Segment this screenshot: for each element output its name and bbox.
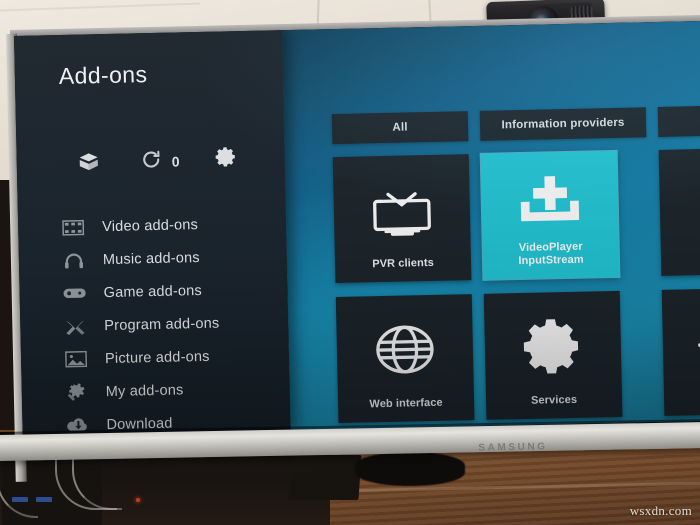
sidebar-item-label: Picture add-ons	[104, 348, 210, 367]
peripheral-icon	[659, 147, 700, 252]
power-led	[136, 498, 140, 502]
tile-label: Services	[530, 393, 578, 407]
sidebar-item-label: Game add-ons	[103, 282, 203, 301]
sidebar-item-music-add-ons[interactable]: Music add-ons	[59, 239, 290, 277]
film-strip-icon	[58, 216, 88, 239]
tile-videoplayer-inputstream[interactable]: VideoPlayer InputStream	[480, 150, 620, 280]
brand-logo: SAMSUNG	[478, 441, 548, 454]
gamepad-icon	[59, 282, 89, 305]
addon-toolbar: 0	[65, 147, 266, 183]
tile-label: Peripher	[661, 249, 700, 276]
sidebar-item-label: Music add-ons	[102, 249, 200, 268]
tile-peripherals[interactable]: Peripher	[658, 146, 700, 276]
tile-label-line2: InputStream	[518, 253, 584, 268]
package-box-icon[interactable]	[77, 150, 102, 175]
tile-label: Web interface	[369, 396, 443, 411]
monitor: Add-ons 0 Video add-ons Music add-ons Ga…	[0, 14, 700, 485]
gear-puzzle-icon	[62, 381, 92, 404]
tab-information-providers[interactable]: Information providers	[479, 107, 647, 141]
monitor-screen: Add-ons 0 Video add-ons Music add-ons Ga…	[14, 20, 700, 436]
refresh-icon[interactable]	[141, 149, 162, 170]
sidebar-item-label: Video add-ons	[102, 216, 199, 235]
tile-label: Audio en	[664, 389, 700, 416]
tile-label: VideoPlayer InputStream	[483, 240, 620, 280]
sidebar-item-my-add-ons[interactable]: My add-ons	[61, 371, 292, 409]
picture-frame-icon	[61, 348, 91, 371]
sidebar-item-game-add-ons[interactable]: Game add-ons	[59, 272, 290, 310]
usb-port	[36, 497, 52, 502]
tv-antenna-icon	[333, 154, 471, 259]
refresh-count: 0	[171, 153, 180, 170]
sidebar-item-program-add-ons[interactable]: Program add-ons	[60, 305, 291, 343]
category-tab-bar: All Information providers Look	[331, 104, 700, 146]
page-title: Add-ons	[58, 61, 148, 90]
sidebar-item-label: My add-ons	[105, 381, 184, 400]
tab-look-and-feel[interactable]: Look	[657, 104, 700, 137]
import-plus-icon	[481, 151, 619, 243]
tile-label: PVR clients	[372, 256, 434, 271]
kodi-addons-screen: Add-ons 0 Video add-ons Music add-ons Ga…	[14, 20, 700, 436]
tile-pvr-clients[interactable]: PVR clients	[332, 154, 472, 284]
photograph-of-monitor: Add-ons 0 Video add-ons Music add-ons Ga…	[0, 0, 700, 525]
tile-audio-encoders[interactable]: Audio en	[661, 286, 700, 416]
puzzle-arrows-icon	[60, 315, 90, 338]
sidebar-item-video-add-ons[interactable]: Video add-ons	[58, 206, 289, 244]
sidebar-item-picture-add-ons[interactable]: Picture add-ons	[61, 338, 292, 376]
watermark: wsxdn.com	[629, 503, 692, 518]
gear-icon[interactable]	[214, 145, 237, 168]
headphones-icon	[59, 249, 89, 272]
waveform-icon	[662, 287, 700, 392]
globe-icon	[336, 294, 474, 399]
tile-web-interface[interactable]: Web interface	[335, 294, 475, 424]
tile-services[interactable]: Services	[483, 290, 623, 420]
tab-all[interactable]: All	[331, 111, 469, 145]
sidebar-nav-list: Video add-ons Music add-ons Game add-ons…	[58, 206, 293, 436]
sidebar-item-label: Program add-ons	[104, 315, 220, 334]
gear-icon	[484, 291, 622, 396]
tile-label-line1: VideoPlayer	[518, 240, 583, 255]
